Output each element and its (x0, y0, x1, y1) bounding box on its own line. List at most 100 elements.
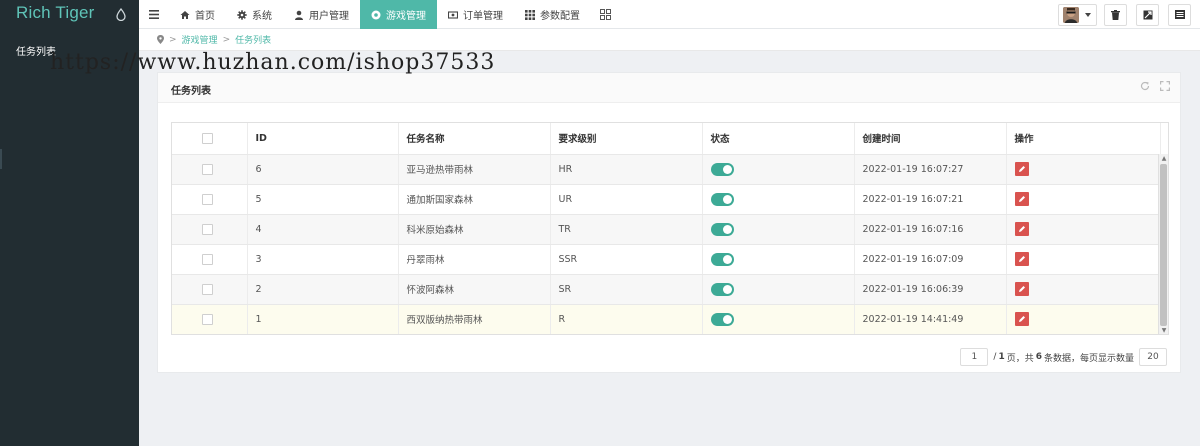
cell-name: 通加斯国家森林 (398, 184, 551, 215)
top-bar: Rich Tiger 首页 系统 用户管理 游戏管理 订单管理 参数配置 (0, 0, 1200, 29)
row-checkbox[interactable] (202, 283, 213, 295)
pencil-icon (1018, 256, 1025, 262)
nav-label-games: 游戏管理 (386, 11, 426, 22)
row-checkbox[interactable] (202, 253, 213, 265)
edit-button[interactable] (1014, 252, 1029, 266)
more-apps-button[interactable] (591, 0, 619, 29)
cell-name: 怀波阿森林 (398, 274, 551, 305)
user-menu-button[interactable] (1058, 3, 1097, 26)
nav-label-users: 用户管理 (309, 11, 349, 22)
table-row[interactable]: 3 丹翠雨林 SSR 2022-01-19 16:07:09 (172, 244, 1161, 275)
nav-label-system: 系统 (252, 11, 272, 22)
cell-created: 2022-01-19 16:06:39 (854, 274, 1007, 305)
droplet-icon[interactable] (116, 8, 126, 21)
grid-icon (525, 9, 535, 20)
column-header-created[interactable]: 创建时间 (854, 123, 1007, 155)
scrollbar-thumb[interactable] (1160, 164, 1167, 326)
table-scrollbar[interactable]: ▲ ▼ (1158, 154, 1168, 334)
breadcrumb-task-list[interactable]: 任务列表 (235, 33, 271, 46)
row-checkbox[interactable] (202, 163, 213, 175)
menu-toggle-button[interactable] (139, 0, 169, 29)
nav-item-system[interactable]: 系统 (226, 0, 283, 29)
cell-created: 2022-01-19 14:41:49 (854, 304, 1007, 334)
status-toggle[interactable] (710, 222, 734, 236)
table-row[interactable]: 6 亚马逊热带雨林 HR 2022-01-19 16:07:27 (172, 154, 1161, 185)
nav-item-params[interactable]: 参数配置 (514, 0, 591, 29)
cell-name: 亚马逊热带雨林 (398, 154, 551, 185)
column-header-status[interactable]: 状态 (702, 123, 855, 155)
pagination: / 1 页，共 6 条数据，每页显示数量 (960, 348, 1167, 366)
breadcrumb: > 游戏管理 > 任务列表 (139, 29, 1200, 51)
status-toggle[interactable] (710, 192, 734, 206)
select-all-checkbox[interactable] (202, 132, 213, 144)
table-row[interactable]: 4 科米原始森林 TR 2022-01-19 16:07:16 (172, 214, 1161, 245)
breadcrumb-separator: > (169, 34, 177, 45)
cell-id: 1 (247, 304, 399, 334)
status-toggle[interactable] (710, 162, 734, 176)
cell-created: 2022-01-19 16:07:16 (854, 214, 1007, 245)
hamburger-icon (149, 10, 159, 19)
logo-area[interactable]: Rich Tiger (0, 0, 139, 29)
nav-label-params: 参数配置 (540, 11, 580, 22)
cell-created: 2022-01-19 16:07:27 (854, 154, 1007, 185)
fullscreen-button[interactable] (1136, 3, 1159, 26)
column-header-id[interactable]: ID (247, 123, 399, 155)
select-all-cell (172, 123, 248, 155)
pager-unit-page: 页，共 (1006, 353, 1034, 364)
money-icon (448, 10, 458, 19)
pencil-icon (1018, 226, 1025, 232)
cell-id: 3 (247, 244, 399, 275)
top-nav: 首页 系统 用户管理 游戏管理 订单管理 参数配置 (139, 0, 619, 29)
status-toggle[interactable] (710, 312, 734, 326)
page-size-input[interactable] (1139, 348, 1167, 366)
pager-total-records: 6 (1035, 352, 1042, 362)
clear-cache-button[interactable] (1104, 3, 1127, 26)
avatar (1063, 6, 1079, 23)
game-icon (371, 10, 381, 19)
caret-down-icon (1085, 12, 1091, 17)
edit-button[interactable] (1014, 192, 1029, 206)
status-toggle[interactable] (710, 252, 734, 266)
user-icon (295, 10, 303, 20)
panel-tools (1140, 81, 1170, 91)
expand-icon (1143, 10, 1152, 19)
status-toggle[interactable] (710, 282, 734, 296)
table-row[interactable]: 1 西双版纳热带雨林 R 2022-01-19 14:41:49 (172, 304, 1161, 334)
nav-item-games[interactable]: 游戏管理 (360, 0, 437, 29)
edit-button[interactable] (1014, 282, 1029, 296)
app-logo[interactable]: Rich Tiger (16, 3, 95, 23)
row-checkbox[interactable] (202, 223, 213, 235)
settings-panel-button[interactable] (1168, 3, 1191, 26)
row-checkbox[interactable] (202, 313, 213, 325)
panel-header: 任务列表 (158, 73, 1180, 103)
nav-item-users[interactable]: 用户管理 (283, 0, 360, 29)
nav-item-home[interactable]: 首页 (169, 0, 226, 29)
refresh-icon[interactable] (1140, 81, 1150, 91)
edit-button[interactable] (1014, 312, 1029, 326)
edit-button[interactable] (1014, 162, 1029, 176)
row-checkbox[interactable] (202, 193, 213, 205)
task-list-panel: 任务列表 ID 任务名称 要求级别 状态 创建时间 操作 6 亚马逊热带雨林 H… (157, 72, 1181, 373)
cell-id: 5 (247, 184, 399, 215)
sidebar-item-task-list[interactable]: 任务列表 (16, 43, 56, 58)
cell-id: 6 (247, 154, 399, 185)
edit-button[interactable] (1014, 222, 1029, 236)
maximize-icon[interactable] (1160, 81, 1170, 91)
nav-item-orders[interactable]: 订单管理 (437, 0, 514, 29)
scroll-down-arrow-icon[interactable]: ▼ (1160, 327, 1168, 334)
avatar-face-icon (1063, 6, 1079, 23)
cell-created: 2022-01-19 16:07:09 (854, 244, 1007, 275)
table-row[interactable]: 2 怀波阿森林 SR 2022-01-19 16:06:39 (172, 274, 1161, 305)
panel-title: 任务列表 (171, 86, 211, 97)
nav-label-orders: 订单管理 (463, 11, 503, 22)
table-row[interactable]: 5 通加斯国家森林 UR 2022-01-19 16:07:21 (172, 184, 1161, 215)
breadcrumb-game-management[interactable]: 游戏管理 (182, 33, 218, 46)
page-number-input[interactable] (960, 348, 989, 366)
table-header-row: ID 任务名称 要求级别 状态 创建时间 操作 (172, 123, 1161, 155)
pencil-icon (1018, 166, 1025, 172)
trash-icon (1111, 9, 1120, 20)
home-icon (180, 10, 190, 19)
scroll-up-arrow-icon[interactable]: ▲ (1160, 155, 1168, 163)
column-header-level[interactable]: 要求级别 (550, 123, 703, 155)
column-header-name[interactable]: 任务名称 (398, 123, 551, 155)
